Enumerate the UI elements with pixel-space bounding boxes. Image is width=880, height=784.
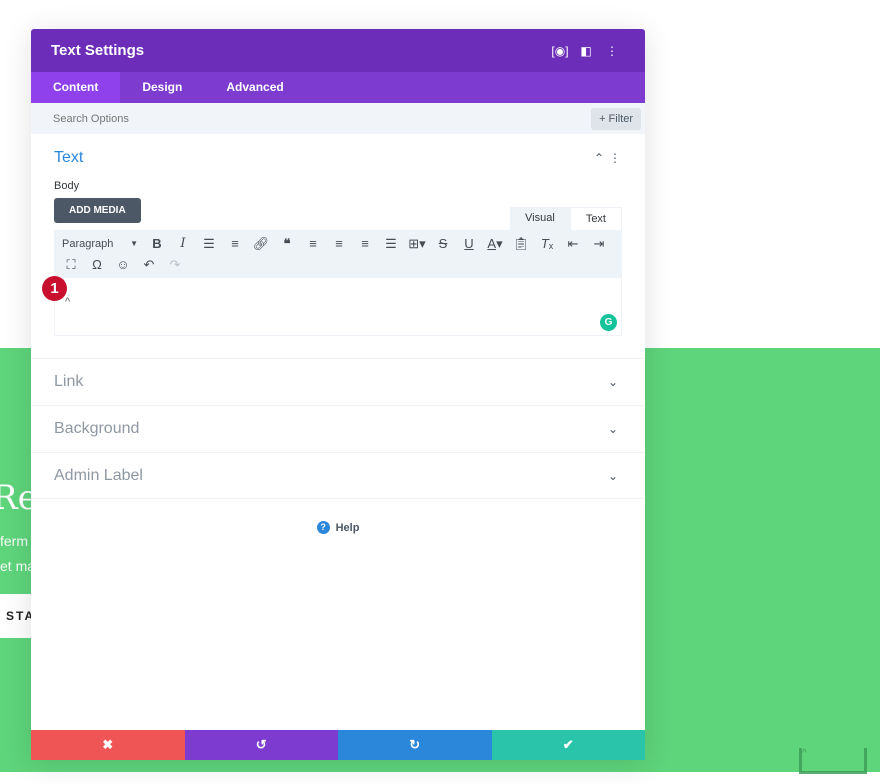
section-admin-label[interactable]: Admin Label ⌄ <box>31 452 645 499</box>
section-title: Link <box>54 373 84 390</box>
paste-text-icon[interactable]: 📋︎ <box>508 233 534 254</box>
outdent-icon[interactable]: ⇤ <box>560 233 586 254</box>
chevron-up-icon[interactable]: ⌃ <box>590 151 608 165</box>
caret-down-icon: ▼ <box>130 239 138 248</box>
editor-toolbar: Paragraph ▼ B I ☰ ≡ 🔗︎ ❝ ≡ ≡ ≡ ☰ ⊞▾ S U A… <box>54 230 622 278</box>
table-icon[interactable]: ⊞▾ <box>404 233 430 254</box>
tab-design[interactable]: Design <box>120 72 204 103</box>
align-center-icon[interactable]: ≡ <box>326 233 352 254</box>
search-bar: + Filter <box>31 103 645 134</box>
undo-button[interactable]: ↺ <box>184 730 338 760</box>
format-select[interactable]: Paragraph ▼ <box>58 233 144 254</box>
caret-icon: ^ <box>802 748 807 759</box>
search-options-input[interactable] <box>53 112 592 125</box>
redo-icon: ↻ <box>409 737 421 752</box>
section-title: Admin Label <box>54 466 143 484</box>
help-link[interactable]: ? Help <box>31 521 645 534</box>
link-icon[interactable]: 🔗︎ <box>248 233 274 254</box>
add-media-button[interactable]: ADD MEDIA <box>54 198 141 223</box>
help-icon: ? <box>316 521 330 534</box>
align-right-icon[interactable]: ≡ <box>352 233 378 254</box>
modal-tabs: Content Design Advanced <box>31 72 645 103</box>
page: Re ferm et ma STA ^ Text Settings [◉] ◧ … <box>0 0 880 784</box>
sidebar-toggle-icon[interactable]: ◧ <box>573 44 599 58</box>
redo-button[interactable]: ↻ <box>338 730 492 760</box>
text-color-icon[interactable]: A ▾ <box>482 233 508 254</box>
more-options-icon[interactable]: ⋮ <box>599 44 625 58</box>
indent-icon[interactable]: ⇥ <box>586 233 612 254</box>
filter-button[interactable]: + Filter <box>591 107 641 130</box>
plus-icon: + <box>599 112 609 125</box>
tab-content[interactable]: Content <box>31 72 121 103</box>
numbered-list-icon[interactable]: ≡ <box>222 233 248 254</box>
body-editor[interactable]: ^ G <box>54 278 622 336</box>
chevron-down-icon[interactable]: ⌄ <box>604 422 622 436</box>
redo-icon[interactable]: ↷ <box>162 254 188 275</box>
check-icon: ✔ <box>562 737 574 752</box>
grammarly-icon[interactable]: G <box>600 314 617 331</box>
format-select-value: Paragraph <box>62 237 114 250</box>
chevron-down-icon[interactable]: ⌄ <box>604 375 622 389</box>
fullscreen-icon[interactable]: ⛶ <box>58 254 84 275</box>
special-character-icon[interactable]: Ω <box>84 254 110 275</box>
text-section-title: Text <box>54 149 84 166</box>
text-section-header[interactable]: Text ⌃ ⋮ <box>54 134 622 182</box>
align-justify-icon[interactable]: ☰ <box>378 233 404 254</box>
section-options-icon[interactable]: ⋮ <box>608 151 622 165</box>
cancel-button[interactable]: ✖ <box>31 730 185 760</box>
text-settings-modal: Text Settings [◉] ◧ ⋮ Content Design Adv… <box>31 29 645 760</box>
chevron-down-icon[interactable]: ⌄ <box>604 469 622 483</box>
section-link[interactable]: Link ⌄ <box>31 358 645 405</box>
close-icon: ✖ <box>102 737 114 752</box>
visual-tab[interactable]: Visual <box>510 207 570 230</box>
undo-icon[interactable]: ↶ <box>136 254 162 275</box>
strikethrough-icon[interactable]: S <box>430 233 456 254</box>
step-marker-badge: 1 <box>42 276 67 301</box>
modal-header: Text Settings [◉] ◧ ⋮ <box>31 29 645 72</box>
blockquote-icon[interactable]: ❝ <box>274 233 300 254</box>
bold-icon[interactable]: B <box>144 233 170 254</box>
save-button[interactable]: ✔ <box>491 730 645 760</box>
editor-content: ^ <box>65 296 71 308</box>
underline-icon[interactable]: U <box>456 233 482 254</box>
filter-label: Filter <box>608 112 633 125</box>
tab-advanced[interactable]: Advanced <box>204 72 305 103</box>
hero-text-line: et ma <box>0 558 36 574</box>
section-background[interactable]: Background ⌄ <box>31 405 645 452</box>
modal-title: Text Settings <box>51 42 145 59</box>
focus-mode-icon[interactable]: [◉] <box>547 44 573 58</box>
bullet-list-icon[interactable]: ☰ <box>196 233 222 254</box>
body-label: Body <box>54 180 80 192</box>
text-section: Text ⌃ ⋮ Body ADD MEDIA Visual Text Para… <box>31 134 645 336</box>
help-label: Help <box>335 521 360 534</box>
emoji-icon[interactable]: ☺ <box>110 254 136 275</box>
italic-icon[interactable]: I <box>170 233 196 254</box>
modal-footer: ✖ ↺ ↻ ✔ <box>31 730 645 760</box>
clear-formatting-icon[interactable]: Tₓ <box>534 233 560 254</box>
undo-icon: ↺ <box>255 737 267 752</box>
align-left-icon[interactable]: ≡ <box>300 233 326 254</box>
corner-widget[interactable] <box>799 748 867 774</box>
text-tab[interactable]: Text <box>569 207 622 230</box>
section-title: Background <box>54 420 140 437</box>
hero-text-line: ferm <box>0 533 28 549</box>
